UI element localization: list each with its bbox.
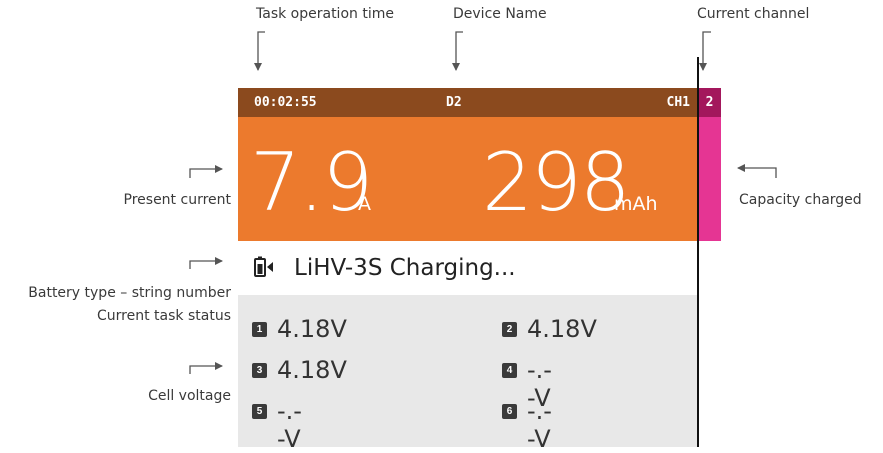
annotation-cell-voltage: Cell voltage — [148, 388, 231, 404]
cell-number-badge: 3 — [252, 363, 267, 378]
annotation-capacity-charged: Capacity charged — [739, 192, 862, 208]
arrow-left-icon — [737, 164, 777, 178]
cell-number-badge: 5 — [252, 404, 267, 419]
cell-voltage-value: -.--V — [527, 397, 552, 453]
annotation-device-name: Device Name — [453, 6, 547, 22]
cell-voltage-value: 4.18V — [277, 356, 347, 384]
arrow-right-icon — [189, 165, 223, 178]
annotation-current-channel: Current channel — [697, 6, 810, 22]
cell-voltage-panel: 1 4.18V 2 4.18V 3 4.18V 4 -.--V 5 -.--V … — [238, 295, 698, 453]
status-top-bar: 00:02:55 D2 CH1 — [238, 88, 698, 117]
task-time: 00:02:55 — [254, 95, 317, 110]
annotation-present-current: Present current — [123, 192, 231, 208]
cell-number-badge: 4 — [502, 363, 517, 378]
channel-number: 2 — [698, 88, 721, 117]
channel-divider-line — [697, 57, 699, 447]
capacity-value: 298 — [482, 136, 631, 229]
annotation-task-status: Current task status — [97, 308, 231, 324]
annotation-task-time: Task operation time — [256, 6, 394, 22]
present-current-value: 7.9 — [250, 136, 373, 229]
battery-icon — [254, 256, 273, 277]
cell-number-badge: 6 — [502, 404, 517, 419]
channel-label: CH1 — [666, 95, 690, 110]
current-unit: A — [358, 193, 371, 215]
channel-indicator-bar — [698, 117, 721, 241]
arrow-right-icon — [189, 362, 223, 374]
capacity-unit: mAh — [614, 193, 658, 215]
cell-number-badge: 1 — [252, 322, 267, 337]
arrow-down-icon — [452, 31, 463, 71]
arrow-down-icon — [254, 31, 265, 71]
arrow-right-icon — [189, 257, 223, 269]
cell-number-badge: 2 — [502, 322, 517, 337]
cell-voltage-value: 4.18V — [277, 315, 347, 343]
cell-voltage-value: -.--V — [277, 397, 302, 453]
task-status-row: LiHV-3S Charging... — [238, 241, 698, 295]
task-status-text: LiHV-3S Charging... — [294, 255, 516, 281]
arrow-down-icon — [699, 31, 711, 71]
cell-voltage-value: 4.18V — [527, 315, 597, 343]
readout-panel: 7.9 A 298 mAh — [238, 117, 698, 241]
device-name: D2 — [446, 95, 462, 110]
annotation-battery-type: Battery type – string number — [28, 285, 231, 301]
